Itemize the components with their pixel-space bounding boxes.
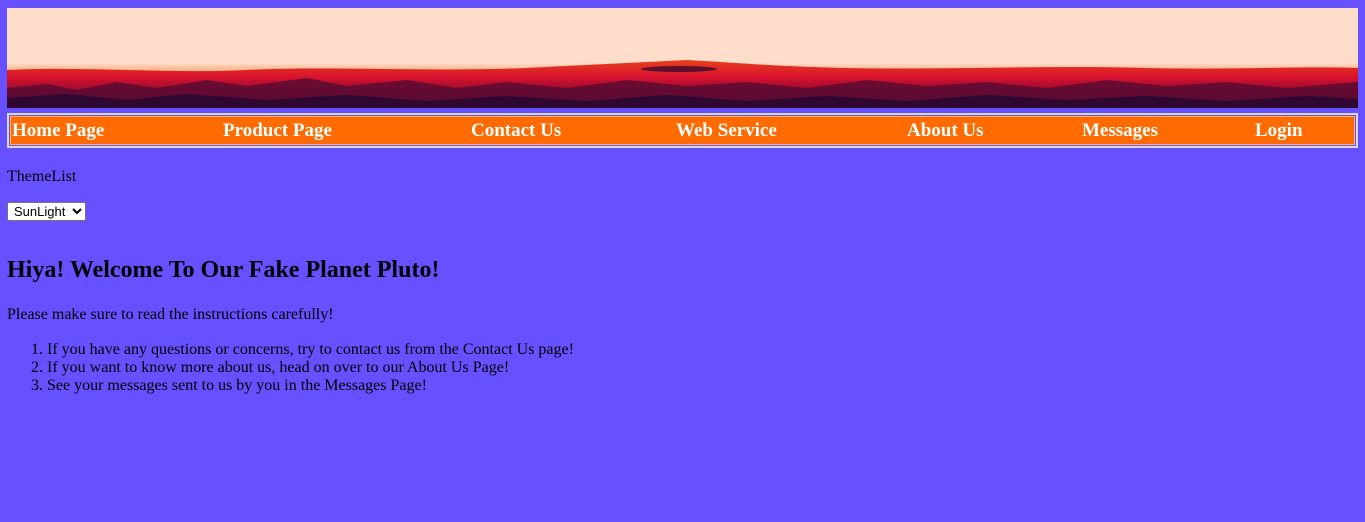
main-navigation: Home Page Product Page Contact Us Web Se… [7,113,1358,148]
theme-list-label: ThemeList [7,168,77,185]
intro-text: Please make sure to read the instruction… [7,306,334,323]
page-heading: Hiya! Welcome To Our Fake Planet Pluto! [7,257,440,283]
nav-web-service[interactable]: Web Service [676,121,777,141]
nav-login[interactable]: Login [1255,121,1303,141]
nav-product-page[interactable]: Product Page [223,121,332,141]
nav-home-page[interactable]: Home Page [12,121,104,141]
instruction-item: See your messages sent to us by you in t… [47,377,574,395]
theme-select[interactable]: SunLight [7,202,86,221]
instruction-item: If you want to know more about us, head … [47,359,574,377]
nav-messages[interactable]: Messages [1082,121,1158,141]
nav-bar: Home Page Product Page Contact Us Web Se… [10,116,1355,145]
nav-about-us[interactable]: About Us [907,121,984,141]
instruction-item: If you have any questions or concerns, t… [47,341,574,359]
nav-contact-us[interactable]: Contact Us [471,121,561,141]
header-banner-image [7,8,1358,108]
instructions-list: If you have any questions or concerns, t… [7,341,574,395]
